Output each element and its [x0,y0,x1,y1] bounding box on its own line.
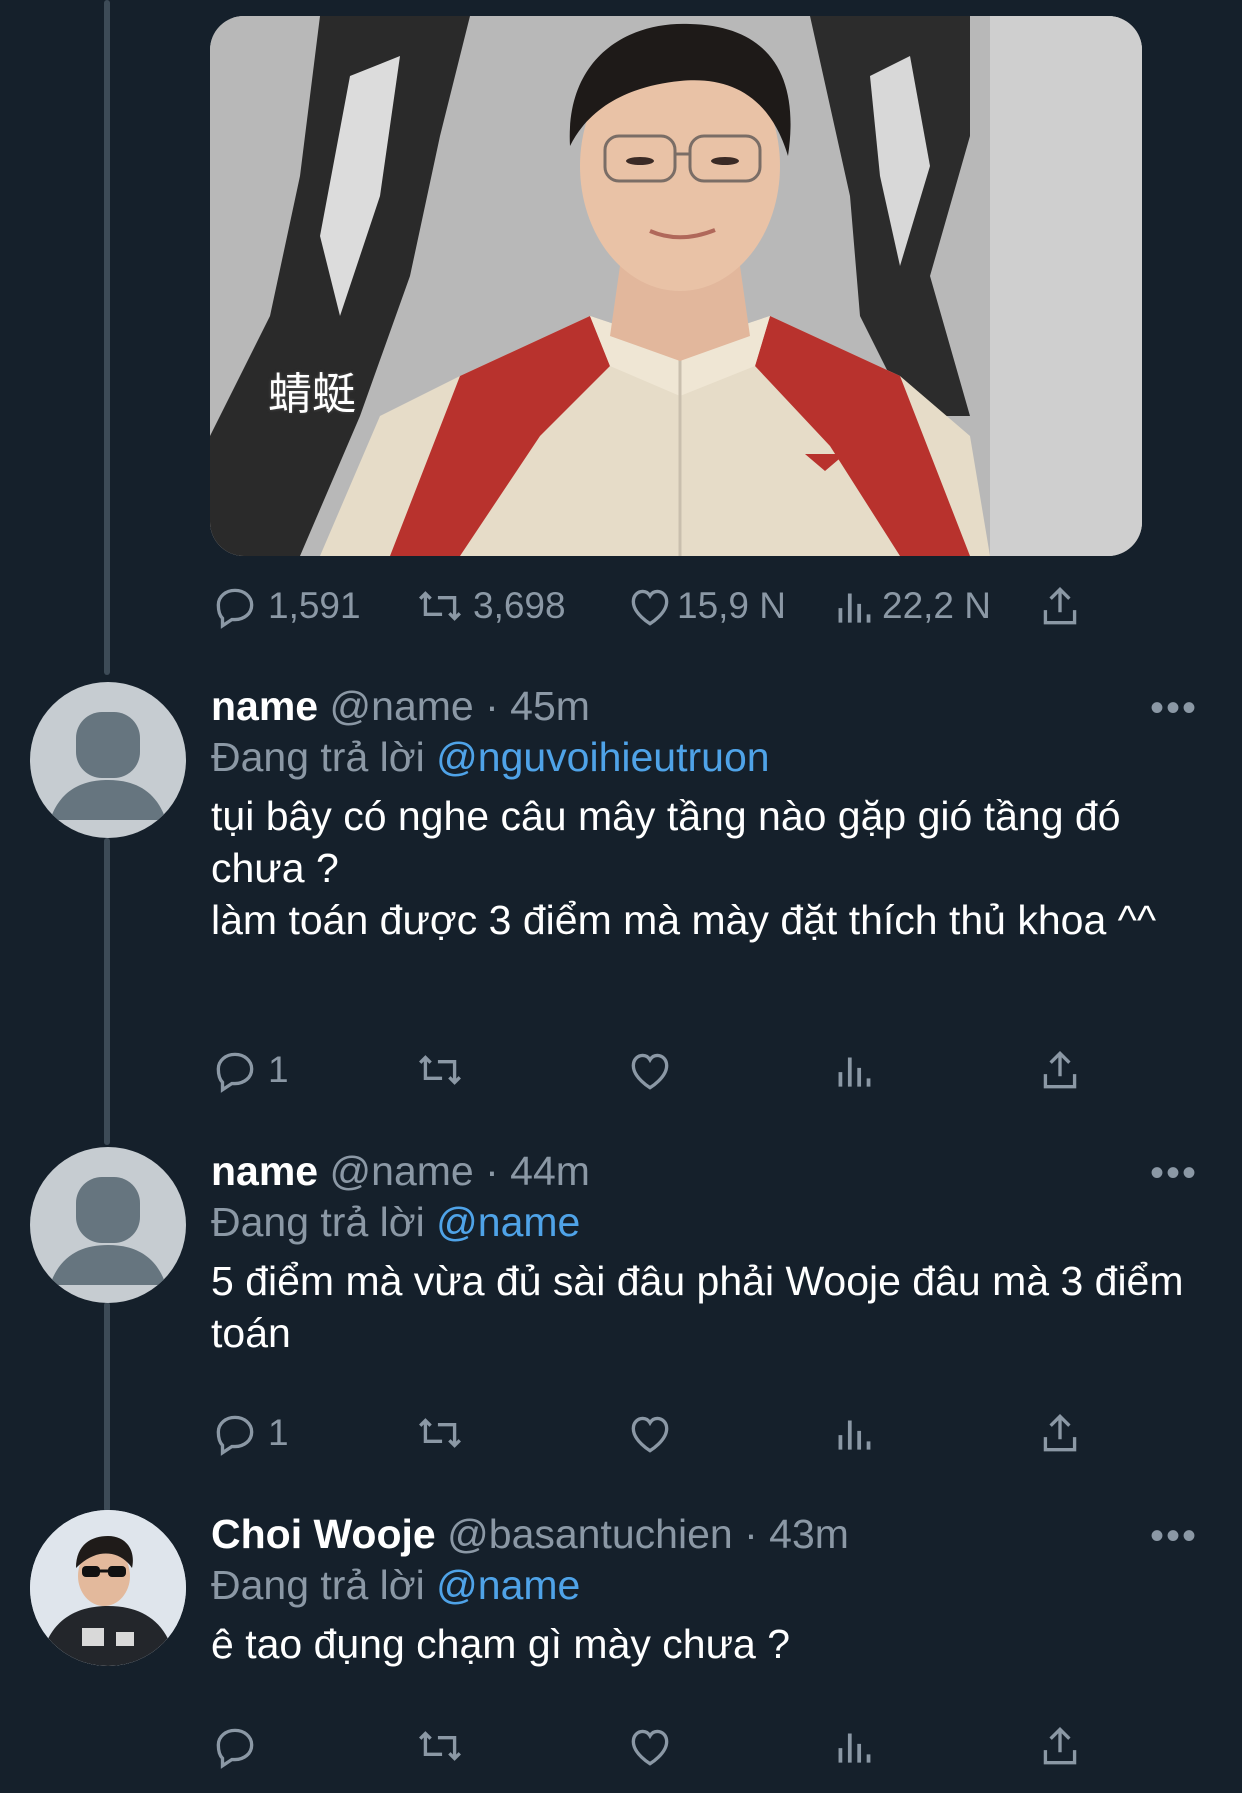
media-caption: 蜻蜓 [268,369,356,420]
reply-icon [216,1052,254,1093]
default-avatar-icon [50,712,166,820]
like-button[interactable]: 15,9 N [625,576,786,636]
views-icon [838,1057,871,1087]
avatar[interactable] [30,1510,186,1666]
tweet-text: ê tao đụng chạm gì mày chưa ? [211,1621,791,1667]
tweet-header: Choi Wooje @basantuchien · 43m [211,1510,1212,1558]
like-button[interactable] [625,1716,675,1776]
retweet-button[interactable] [415,1716,465,1776]
heart-icon [631,1416,669,1453]
views-button[interactable]: 22,2 N [830,576,991,636]
more-options-icon[interactable]: ••• [1150,686,1198,731]
mention-link[interactable]: @name [436,1199,580,1245]
views-button[interactable] [830,1716,880,1776]
reply-icon [216,1728,254,1769]
views-icon [838,1733,871,1763]
reply-button[interactable]: 1,591 [210,576,361,636]
views-button[interactable] [830,1040,880,1100]
replying-to-label: Đang trả lời [211,1199,425,1245]
display-name[interactable]: name [211,1148,318,1194]
thread-line [104,1302,110,1512]
retweet-icon [419,1418,461,1448]
share-button[interactable] [1035,1403,1085,1463]
retweet-button[interactable] [415,1040,465,1100]
share-button[interactable] [1035,576,1085,636]
share-button[interactable] [1035,1040,1085,1100]
reply-action-bar: 1 [210,1403,1110,1463]
heart-icon [631,1053,669,1090]
retweet-icon [419,1731,461,1761]
timestamp[interactable]: 45m [510,683,590,729]
views-icon [838,593,871,623]
tweet-text: tụi bây có nghe câu mây tầng nào gặp gió… [211,793,1157,943]
retweet-button[interactable]: 3,698 [415,576,566,636]
share-icon [1043,1413,1077,1452]
like-button[interactable] [625,1403,675,1463]
thread-line [104,0,110,675]
reply-action-bar [210,1716,1110,1776]
tweet-media-image[interactable]: 蜻蜓 [210,16,1142,556]
reply-icon [216,588,254,629]
timestamp[interactable]: 44m [510,1148,590,1194]
retweet-icon [419,1055,461,1085]
reply-count: 1 [268,1412,289,1453]
retweet-count: 3,698 [473,585,566,626]
more-options-icon[interactable]: ••• [1150,1151,1198,1196]
reply-count: 1 [268,1049,289,1090]
reply-button[interactable] [210,1716,260,1776]
tweet-header: name @name · 45m [211,682,1212,730]
heart-icon [631,1729,669,1766]
like-count: 15,9 N [677,585,787,626]
handle[interactable]: @name [330,1148,474,1194]
profile-photo [30,1510,186,1666]
views-icon [838,1420,871,1450]
views-button[interactable] [830,1403,880,1463]
tweet-text: 5 điểm mà vừa đủ sài đâu phải Wooje đâu … [211,1258,1184,1356]
handle[interactable]: @name [330,683,474,729]
heart-icon [631,589,669,626]
replying-to: Đang trả lời @nguvoihieutruon [211,730,1212,784]
retweet-button[interactable] [415,1403,465,1463]
main-tweet-action-bar: 1,591 3,698 15,9 N 22,2 N [210,576,1110,636]
avatar[interactable] [30,1147,186,1303]
reply-icon [216,1415,254,1456]
mention-link[interactable]: @name [436,1562,580,1608]
thread-line [104,838,110,1145]
tweet-header: name @name · 44m [211,1147,1212,1195]
mention-link[interactable]: @nguvoihieutruon [436,734,769,780]
display-name[interactable]: name [211,683,318,729]
reply-action-bar: 1 [210,1040,1110,1100]
separator-dot: · [485,1148,499,1194]
share-icon [1043,586,1077,625]
share-icon [1043,1726,1077,1765]
share-icon [1043,1050,1077,1089]
replying-to: Đang trả lời @name [211,1195,1212,1249]
reply-button[interactable]: 1 [210,1040,289,1100]
share-button[interactable] [1035,1716,1085,1776]
like-button[interactable] [625,1040,675,1100]
replying-to-label: Đang trả lời [211,1562,425,1608]
handle[interactable]: @basantuchien [447,1511,733,1557]
default-avatar-icon [50,1177,166,1285]
views-count: 22,2 N [882,585,992,626]
more-options-icon[interactable]: ••• [1150,1514,1198,1559]
reply-count: 1,591 [268,585,361,626]
retweet-icon [419,591,461,621]
replying-to: Đang trả lời @name [211,1558,1212,1612]
separator-dot: · [744,1511,758,1557]
replying-to-label: Đang trả lời [211,734,425,780]
avatar[interactable] [30,682,186,838]
separator-dot: · [485,683,499,729]
reply-button[interactable]: 1 [210,1403,289,1463]
timestamp[interactable]: 43m [769,1511,849,1557]
display-name[interactable]: Choi Wooje [211,1511,436,1557]
